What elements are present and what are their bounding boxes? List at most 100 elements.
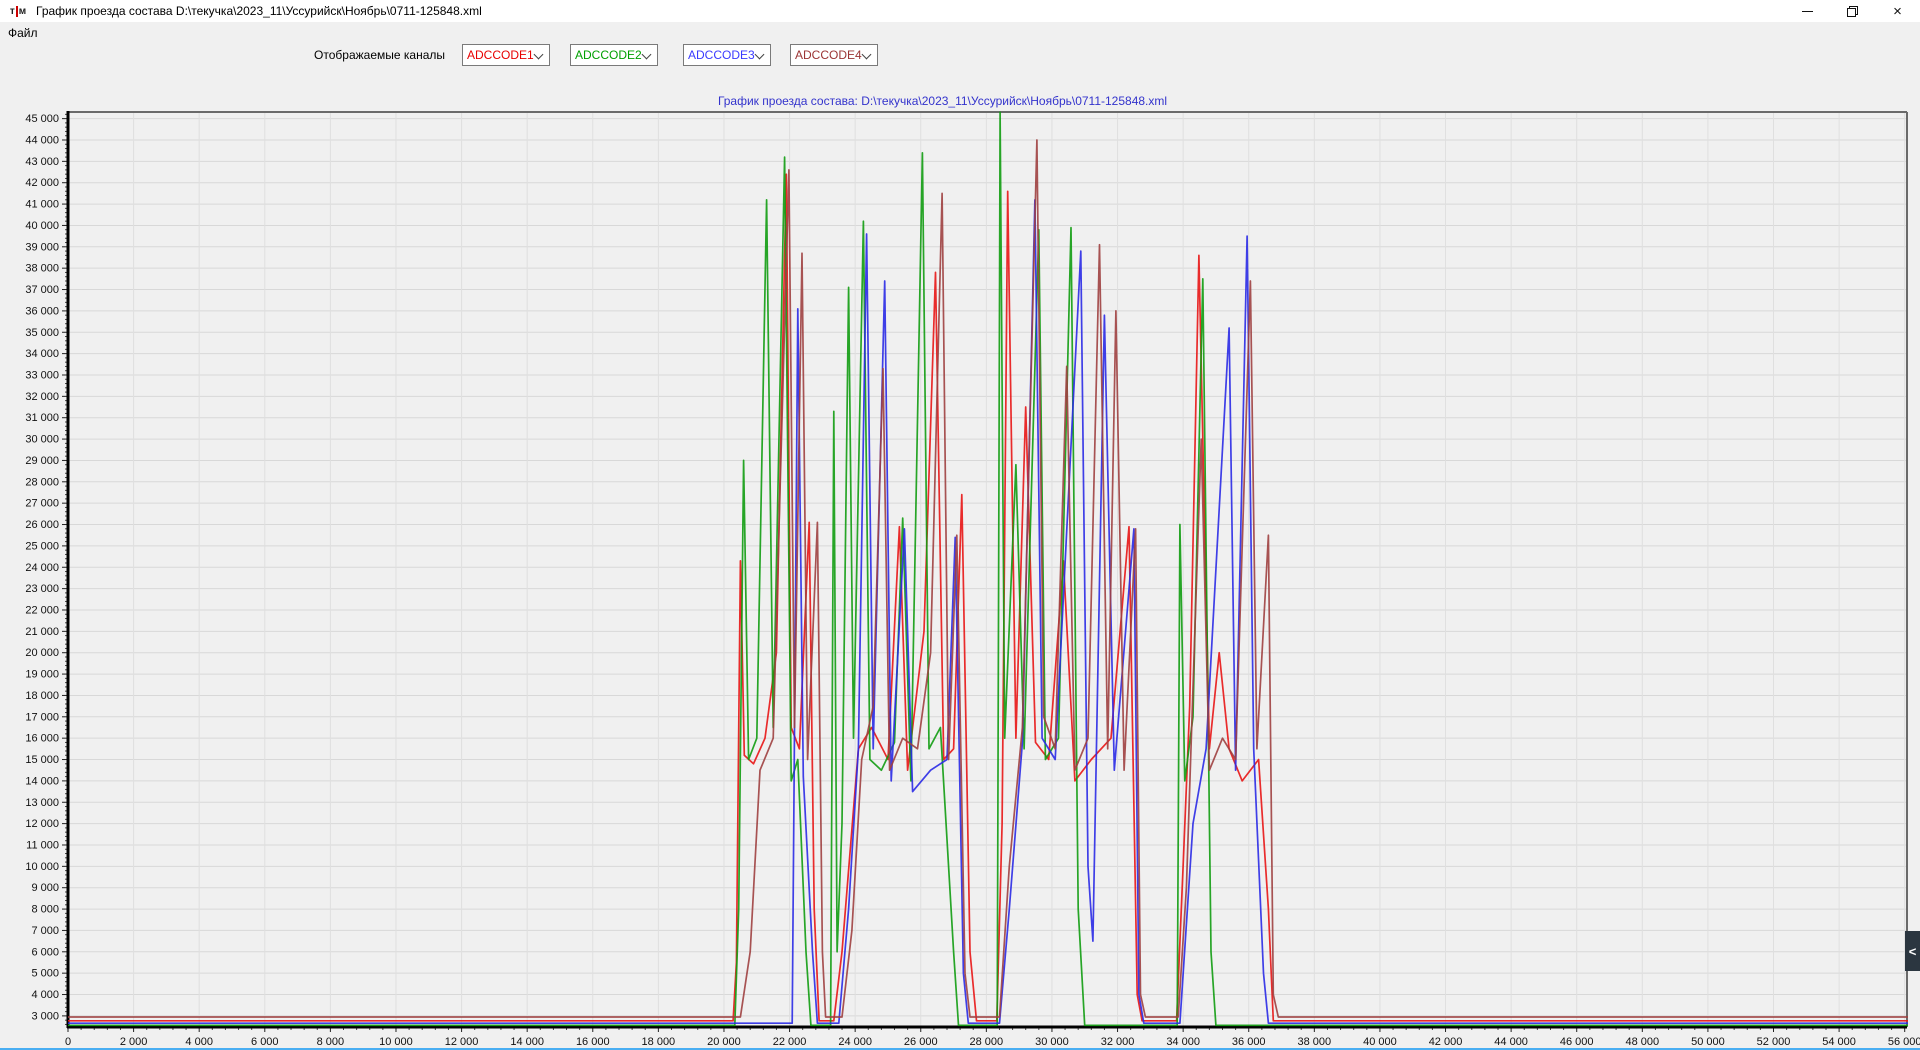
svg-text:16 000: 16 000 [576, 1036, 610, 1048]
svg-text:5 000: 5 000 [31, 968, 59, 980]
svg-text:19 000: 19 000 [25, 669, 59, 681]
svg-text:33 000: 33 000 [25, 369, 59, 381]
svg-text:20 000: 20 000 [25, 647, 59, 659]
svg-text:44 000: 44 000 [25, 134, 59, 146]
svg-text:25 000: 25 000 [25, 540, 59, 552]
svg-text:38 000: 38 000 [25, 263, 59, 275]
svg-text:20 000: 20 000 [707, 1036, 741, 1048]
chevron-down-icon [534, 51, 543, 60]
svg-text:13 000: 13 000 [25, 797, 59, 809]
svg-text:0: 0 [65, 1036, 71, 1048]
svg-text:22 000: 22 000 [25, 604, 59, 616]
channel-select-adccode4[interactable]: ADCCODE4 [790, 44, 878, 66]
restore-icon [1847, 6, 1858, 17]
svg-text:27 000: 27 000 [25, 498, 59, 510]
svg-text:52 000: 52 000 [1757, 1036, 1791, 1048]
channel-select-adccode2-value: ADCCODE2 [571, 48, 642, 62]
channels-toolbar: Отображаемые каналы ADCCODE1 ADCCODE2 AD… [0, 43, 1920, 68]
svg-text:12 000: 12 000 [445, 1036, 479, 1048]
channel-select-adccode4-value: ADCCODE4 [791, 48, 862, 62]
svg-text:18 000: 18 000 [642, 1036, 676, 1048]
svg-text:54 000: 54 000 [1822, 1036, 1856, 1048]
svg-text:32 000: 32 000 [1101, 1036, 1135, 1048]
svg-text:14 000: 14 000 [510, 1036, 544, 1048]
svg-text:39 000: 39 000 [25, 241, 59, 253]
collapse-panel-tab[interactable]: < [1905, 931, 1920, 971]
svg-text:44 000: 44 000 [1494, 1036, 1528, 1048]
svg-text:2 000: 2 000 [120, 1036, 148, 1048]
svg-text:18 000: 18 000 [25, 690, 59, 702]
channel-select-adccode3[interactable]: ADCCODE3 [683, 44, 771, 66]
svg-text:9 000: 9 000 [31, 882, 59, 894]
chevron-down-icon [755, 51, 764, 60]
svg-text:4 000: 4 000 [31, 989, 59, 1001]
svg-text:24 000: 24 000 [838, 1036, 872, 1048]
app-icon-left: т [10, 6, 15, 17]
svg-text:8 000: 8 000 [31, 904, 59, 916]
svg-text:37 000: 37 000 [25, 284, 59, 296]
channels-label: Отображаемые каналы [314, 48, 445, 62]
svg-text:10 000: 10 000 [379, 1036, 413, 1048]
channel-select-adccode3-value: ADCCODE3 [684, 48, 755, 62]
close-button[interactable]: × [1875, 0, 1920, 22]
svg-text:16 000: 16 000 [25, 733, 59, 745]
svg-text:36 000: 36 000 [25, 305, 59, 317]
svg-text:8 000: 8 000 [317, 1036, 345, 1048]
svg-text:21 000: 21 000 [25, 626, 59, 638]
svg-text:26 000: 26 000 [25, 519, 59, 531]
chevron-down-icon [642, 51, 651, 60]
chevron-down-icon [862, 51, 871, 60]
minimize-icon [1802, 11, 1813, 12]
svg-text:4 000: 4 000 [185, 1036, 213, 1048]
channel-select-adccode1-value: ADCCODE1 [463, 48, 534, 62]
chevron-left-icon: < [1909, 944, 1917, 959]
titlebar: т м График проезда состава D:\текучка\20… [0, 0, 1920, 22]
minimize-button[interactable] [1785, 0, 1830, 22]
svg-text:29 000: 29 000 [25, 455, 59, 467]
svg-text:50 000: 50 000 [1691, 1036, 1725, 1048]
app-icon-bar [16, 6, 18, 17]
svg-text:26 000: 26 000 [904, 1036, 938, 1048]
svg-text:40 000: 40 000 [1363, 1036, 1397, 1048]
restore-button[interactable] [1830, 0, 1875, 22]
svg-text:7 000: 7 000 [31, 925, 59, 937]
channel-select-adccode1[interactable]: ADCCODE1 [462, 44, 550, 66]
svg-text:43 000: 43 000 [25, 156, 59, 168]
svg-text:14 000: 14 000 [25, 775, 59, 787]
svg-text:30 000: 30 000 [1035, 1036, 1069, 1048]
svg-text:22 000: 22 000 [773, 1036, 807, 1048]
svg-text:28 000: 28 000 [25, 476, 59, 488]
window-controls: × [1785, 0, 1920, 22]
svg-text:10 000: 10 000 [25, 861, 59, 873]
svg-text:34 000: 34 000 [1166, 1036, 1200, 1048]
svg-text:31 000: 31 000 [25, 412, 59, 424]
svg-text:3 000: 3 000 [31, 1010, 59, 1022]
svg-text:45 000: 45 000 [25, 113, 59, 125]
svg-text:17 000: 17 000 [25, 711, 59, 723]
svg-text:41 000: 41 000 [25, 199, 59, 211]
window-title: График проезда состава D:\текучка\2023_1… [36, 4, 482, 18]
svg-text:38 000: 38 000 [1298, 1036, 1332, 1048]
svg-text:12 000: 12 000 [25, 818, 59, 830]
svg-text:30 000: 30 000 [25, 434, 59, 446]
svg-text:35 000: 35 000 [25, 327, 59, 339]
svg-text:32 000: 32 000 [25, 391, 59, 403]
menubar: Файл [0, 22, 1920, 43]
svg-text:42 000: 42 000 [25, 177, 59, 189]
svg-text:6 000: 6 000 [251, 1036, 279, 1048]
app-icon-right: м [19, 6, 26, 17]
svg-text:42 000: 42 000 [1429, 1036, 1463, 1048]
menu-file[interactable]: Файл [0, 24, 46, 42]
svg-text:34 000: 34 000 [25, 348, 59, 360]
svg-text:56 000: 56 000 [1888, 1036, 1920, 1048]
channel-select-adccode2[interactable]: ADCCODE2 [570, 44, 658, 66]
app-icon: т м [6, 3, 30, 19]
svg-text:46 000: 46 000 [1560, 1036, 1594, 1048]
svg-text:6 000: 6 000 [31, 946, 59, 958]
svg-text:28 000: 28 000 [970, 1036, 1004, 1048]
close-icon: × [1893, 4, 1902, 19]
train-passage-chart[interactable]: 3 000 4 000 5 000 6 000 7 000 8 000 9 000 10 00… [0, 68, 1920, 1050]
svg-text:15 000: 15 000 [25, 754, 59, 766]
svg-text:40 000: 40 000 [25, 220, 59, 232]
svg-text:23 000: 23 000 [25, 583, 59, 595]
